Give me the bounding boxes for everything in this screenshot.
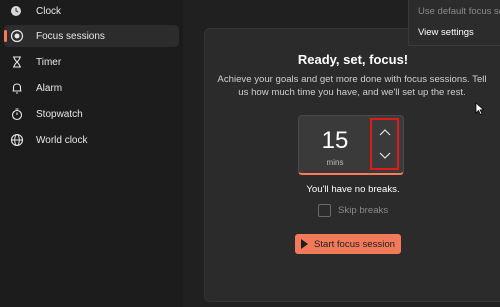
play-icon [300,239,308,249]
sidebar-item-label: World clock [36,134,88,146]
skip-breaks-label: Skip breaks [338,205,389,216]
minutes-stepper [370,118,399,170]
focus-duration-picker: 15 mins [298,115,404,175]
start-focus-session-button[interactable]: Start focus session [295,234,401,254]
app-title-bar: Clock [10,3,61,19]
sidebar-item-world-clock[interactable]: World clock [4,129,179,151]
sidebar-item-alarm[interactable]: Alarm [4,77,179,99]
sidebar-item-focus-sessions[interactable]: Focus sessions [4,25,179,47]
menu-item-view-settings[interactable]: View settings [418,27,474,38]
minutes-unit: mins [326,158,344,167]
menu-item-use-default-focus[interactable]: Use default focus se [418,6,500,17]
start-focus-session-label: Start focus session [313,238,396,250]
hourglass-icon [10,55,24,69]
breaks-info: You'll have no breaks. [306,184,400,195]
mouse-pointer-icon [475,102,484,115]
sidebar-item-label: Alarm [36,82,63,94]
stopwatch-icon [10,107,24,121]
app-title: Clock [36,5,62,17]
focus-title: Ready, set, focus! [297,52,409,67]
skip-breaks-checkbox[interactable] [318,204,331,217]
increase-button[interactable] [372,120,397,144]
focus-icon [10,29,24,43]
sidebar-item-label: Stopwatch [36,108,83,120]
skip-breaks-option[interactable]: Skip breaks [318,204,388,217]
sidebar-item-label: Focus sessions [36,30,105,42]
sidebar-item-stopwatch[interactable]: Stopwatch [4,103,179,125]
context-menu: Use default focus se View settings [408,0,500,46]
sidebar: Clock Focus sessions Timer Alarm Stopwat… [0,0,183,307]
chevron-up-icon [379,129,390,136]
bell-icon [10,81,24,95]
chevron-down-icon [379,152,390,159]
clock-app-icon [11,6,21,16]
sidebar-item-timer[interactable]: Timer [4,51,179,73]
sidebar-item-label: Timer [36,56,62,68]
focus-card: Ready, set, focus! Achieve your goals an… [204,28,500,302]
decrease-button[interactable] [372,144,397,168]
globe-icon [10,133,24,147]
minutes-value[interactable]: 15 [299,127,371,155]
focus-description: Achieve your goals and get more done wit… [217,74,487,98]
